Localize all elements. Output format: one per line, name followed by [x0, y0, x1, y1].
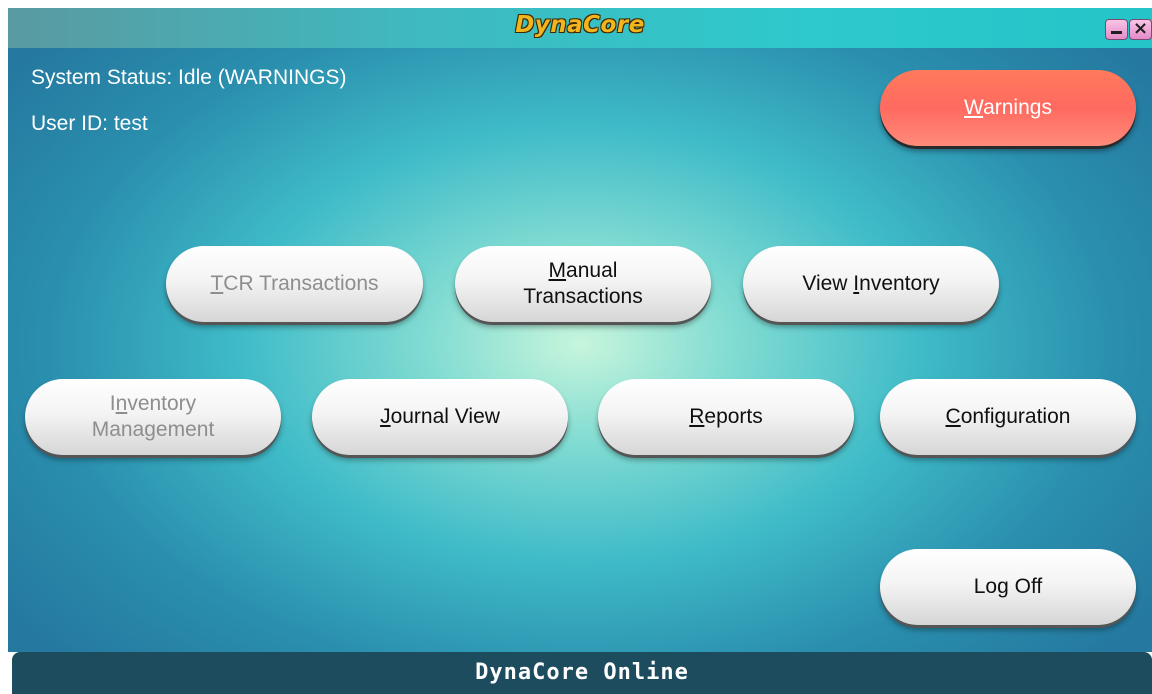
view-inventory-label: View Inventory	[802, 272, 940, 295]
view-inventory-button[interactable]: View Inventory	[743, 246, 999, 322]
inventory-management-label: Inventory Management	[91, 392, 215, 441]
system-status-text: System Status: Idle (WARNINGS)	[31, 66, 347, 89]
close-icon: ×	[1132, 18, 1149, 39]
configuration-button[interactable]: Configuration	[880, 379, 1136, 455]
tcr-transactions-button[interactable]: TCR Transactions	[166, 246, 423, 322]
minimize-button[interactable]	[1105, 19, 1128, 40]
status-footer: DynaCore Online	[12, 652, 1152, 694]
close-button[interactable]: ×	[1129, 18, 1152, 40]
log-off-button[interactable]: Log Off	[880, 549, 1136, 625]
journal-view-label: Journal View	[380, 405, 500, 428]
manual-transactions-button[interactable]: Manual Transactions	[455, 246, 711, 322]
journal-view-button[interactable]: Journal View	[312, 379, 568, 455]
warnings-button[interactable]: Warnings	[880, 70, 1136, 146]
configuration-label: Configuration	[945, 405, 1071, 428]
reports-button[interactable]: Reports	[598, 379, 854, 455]
inventory-management-button[interactable]: Inventory Management	[25, 379, 281, 455]
warnings-button-label: Warnings	[964, 96, 1052, 119]
log-off-label: Log Off	[973, 575, 1043, 598]
tcr-transactions-label: TCR Transactions	[210, 272, 379, 295]
app-title: DynaCore	[515, 12, 645, 38]
minimize-icon	[1111, 31, 1122, 34]
app-window: DynaCore × System Status: Idle (WARNINGS…	[0, 0, 1152, 694]
title-bar: DynaCore ×	[8, 8, 1152, 48]
main-panel: System Status: Idle (WARNINGS) User ID: …	[8, 48, 1152, 652]
user-id-text: User ID: test	[31, 112, 148, 135]
manual-transactions-label: Manual Transactions	[523, 259, 643, 308]
reports-label: Reports	[689, 405, 763, 428]
